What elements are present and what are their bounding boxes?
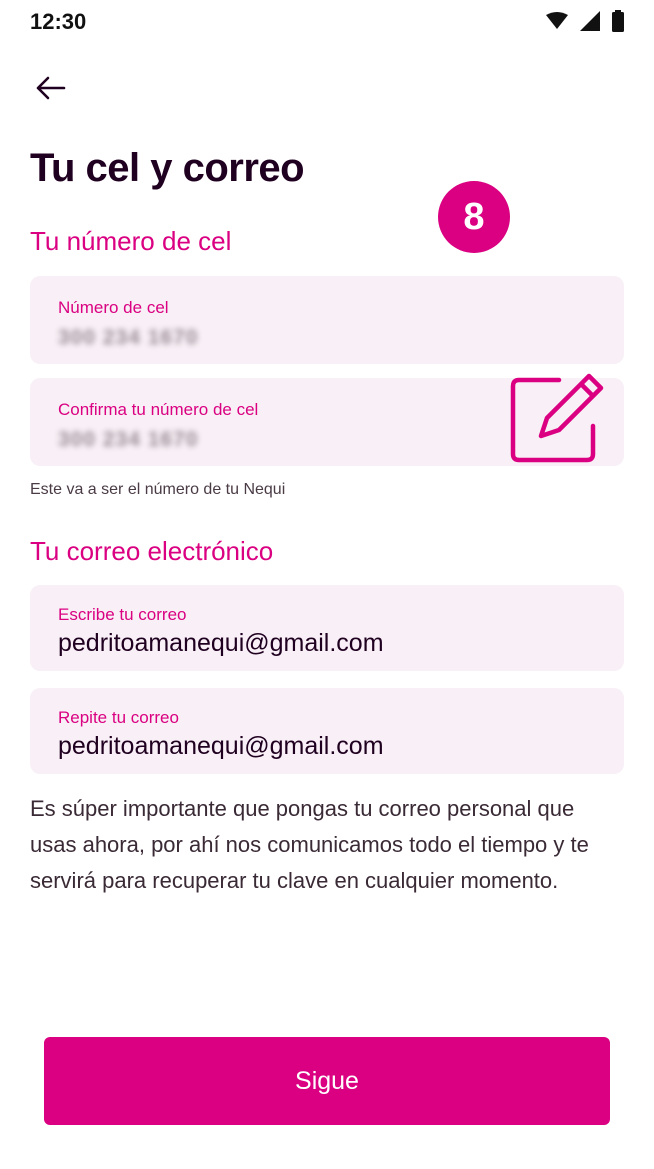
repeat-email-field[interactable]: Repite tu correo pedritoamanequi@gmail.c… (30, 688, 624, 774)
status-icons (546, 10, 624, 37)
phone-field-value[interactable]: 300 234 1670 (58, 326, 198, 350)
page-title: Tu cel y correo (30, 146, 305, 190)
email-info-text: Es súper importante que pongas tu correo… (30, 796, 589, 893)
status-time: 12:30 (30, 9, 87, 34)
repeat-email-field-value[interactable]: pedritoamanequi@gmail.com (58, 732, 384, 761)
email-field-label: Escribe tu correo (58, 605, 187, 624)
continue-button[interactable]: Sigue (44, 1037, 610, 1125)
phone-helper-text: Este va a ser el número de tu Nequi (30, 481, 286, 498)
wifi-icon (546, 12, 568, 35)
email-section-title: Tu correo electrónico (30, 536, 274, 566)
email-field[interactable]: Escribe tu correo pedritoamanequi@gmail.… (30, 585, 624, 671)
arrow-left-icon (34, 76, 66, 105)
phone-field[interactable]: Número de cel 300 234 1670 (30, 276, 624, 364)
status-bar: 12:30 (0, 0, 654, 48)
repeat-email-field-label: Repite tu correo (58, 708, 179, 727)
back-button[interactable] (30, 70, 70, 110)
signal-icon (580, 11, 600, 36)
signup-contact-screen: 12:30 Tu cel y correo 8 Tu número de cel… (0, 0, 654, 1169)
email-field-value[interactable]: pedritoamanequi@gmail.com (58, 629, 384, 658)
confirm-phone-field-value[interactable]: 300 234 1670 (58, 428, 198, 452)
step-badge: 8 (438, 181, 510, 253)
pencil-square-icon[interactable] (509, 368, 605, 464)
battery-icon (612, 10, 624, 37)
phone-field-label: Número de cel (58, 298, 169, 317)
phone-section-title: Tu número de cel (30, 226, 232, 256)
confirm-phone-field-label: Confirma tu número de cel (58, 400, 259, 419)
